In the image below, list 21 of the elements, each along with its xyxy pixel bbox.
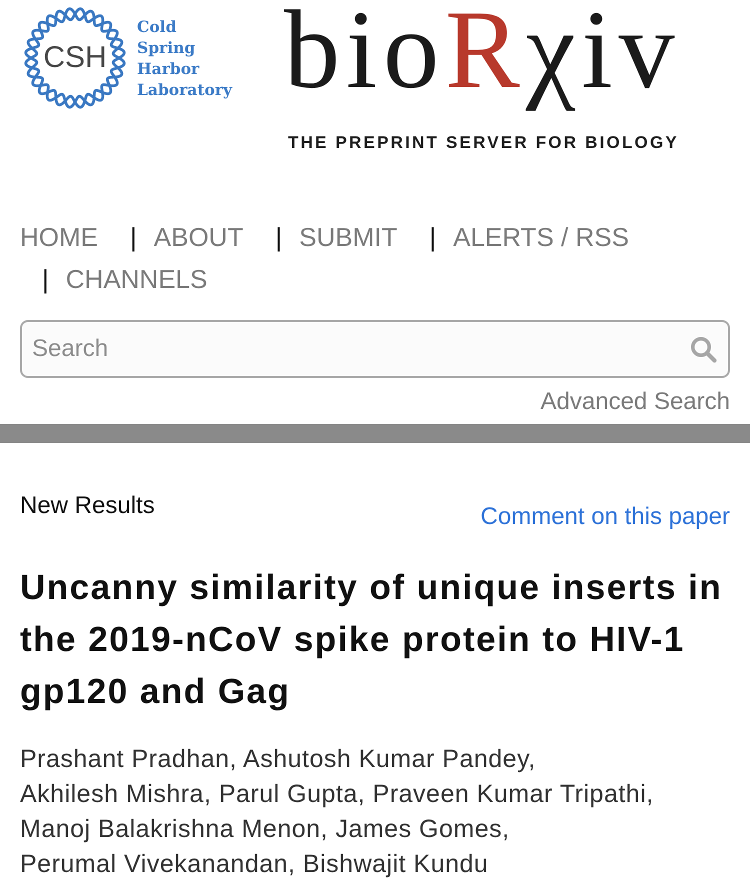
site-wordmark[interactable]: bioRχiv (284, 0, 681, 115)
article-title: Uncanny similarity of unique inserts in the 2019-nCoV spike protein to HIV-1 gp120 and Gag (20, 567, 724, 713)
nav-link[interactable]: HOME (20, 216, 98, 258)
comment-link[interactable]: Comment on this paper (480, 502, 730, 532)
logo-initials: CSH (43, 42, 107, 74)
nav-separator: | (275, 221, 282, 254)
lab-name: Cold Spring Harbor Laboratory (137, 16, 232, 100)
author-list: Prashant Pradhan, Ashutosh Kumar Pandey, Akhilesh Mishra, Parul Gupta, Praveen Kumar Tripathi, Manoj Balakrishna Menon, James Gomes, Perumal Vivekanandan, Bishwajit Kundu (20, 742, 730, 882)
nav-separator: | (429, 221, 436, 254)
site-tagline: THE PREPRINT SERVER FOR BIOLOGY (288, 133, 679, 153)
helix-ring-icon (22, 6, 128, 110)
search-icon[interactable] (690, 336, 717, 363)
nav-link[interactable]: ALERTS / RSS (453, 216, 629, 258)
nav-separator: | (130, 221, 137, 254)
search-field[interactable]: Search (20, 320, 730, 378)
nav-link[interactable]: ABOUT (154, 216, 244, 258)
article-category: New Results (20, 491, 155, 521)
nav-separator: | (42, 263, 49, 296)
advanced-search-link[interactable]: Advanced Search (540, 388, 730, 415)
nav-link[interactable]: SUBMIT (299, 216, 398, 258)
nav-link[interactable]: CHANNELS (66, 258, 208, 300)
